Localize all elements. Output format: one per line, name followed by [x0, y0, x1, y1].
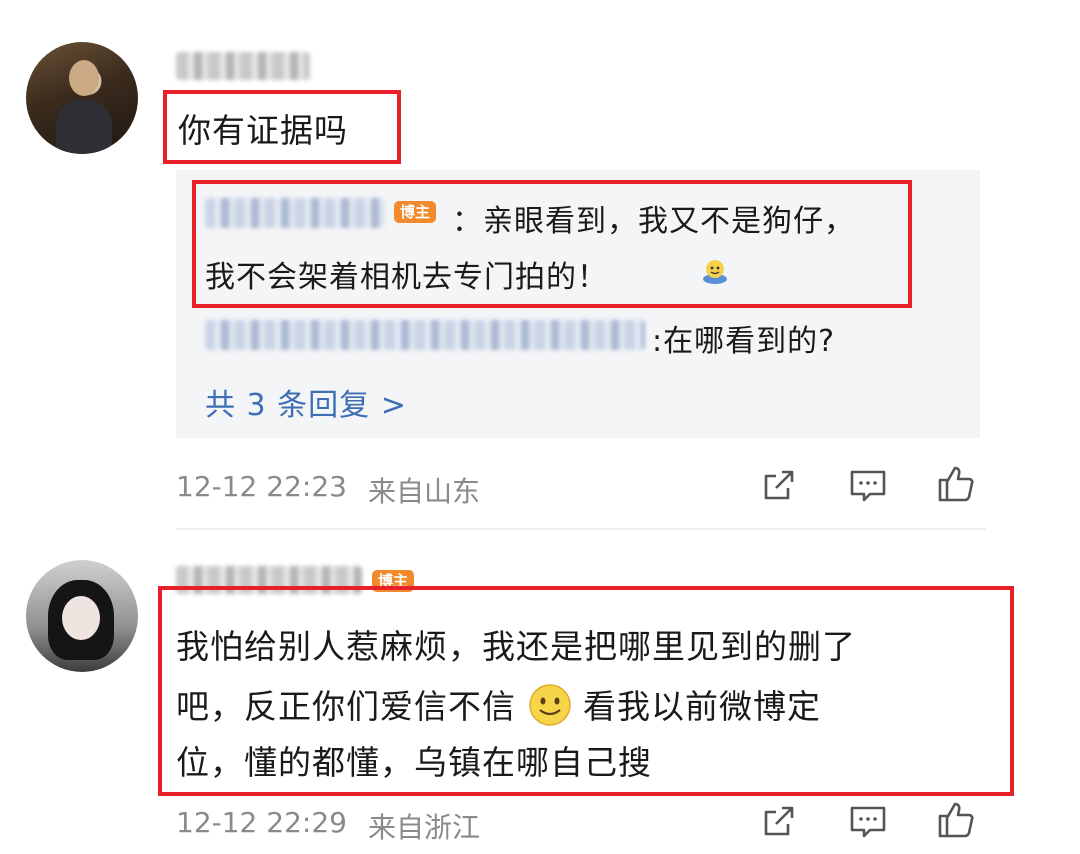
reply-text: :在哪看到的?: [652, 324, 836, 359]
username-blurred[interactable]: [176, 52, 310, 80]
comment-text-line3: 位，懂的都懂，乌镇在哪自己搜: [176, 743, 652, 782]
comment-icon[interactable]: [848, 802, 888, 842]
like-icon[interactable]: [936, 800, 976, 840]
avatar[interactable]: [26, 42, 138, 154]
comment-icon[interactable]: [848, 466, 888, 506]
divider: [176, 528, 986, 530]
avatar-face: [62, 596, 100, 640]
comment-time: 12-12 22:23: [176, 470, 347, 503]
comment-text: 你有证据吗: [178, 111, 348, 150]
share-icon[interactable]: [758, 466, 798, 506]
avatar-head: [69, 60, 99, 96]
comment-text-line1: 我怕给别人惹麻烦，我还是把哪里见到的删了: [176, 627, 856, 666]
comment-location: 来自浙江: [368, 811, 481, 844]
avatar[interactable]: [26, 560, 138, 672]
highlight-box: [192, 180, 912, 308]
share-icon[interactable]: [758, 802, 798, 842]
more-replies-link[interactable]: 共 3 条回复 >: [205, 380, 407, 424]
comment-time: 12-12 22:29: [176, 806, 347, 839]
like-icon[interactable]: [936, 464, 976, 504]
comment-text-line2b: 看我以前微博定: [583, 687, 821, 726]
comment-text-line2: 吧，反正你们爱信不信 看我以前微博定: [176, 680, 821, 735]
comment-location: 来自山东: [368, 475, 481, 508]
comment-text-line2a: 吧，反正你们爱信不信: [176, 687, 516, 726]
reply-username-blurred[interactable]: [205, 320, 645, 350]
avatar-body: [56, 100, 112, 154]
smile-emoji-icon: [528, 683, 572, 735]
